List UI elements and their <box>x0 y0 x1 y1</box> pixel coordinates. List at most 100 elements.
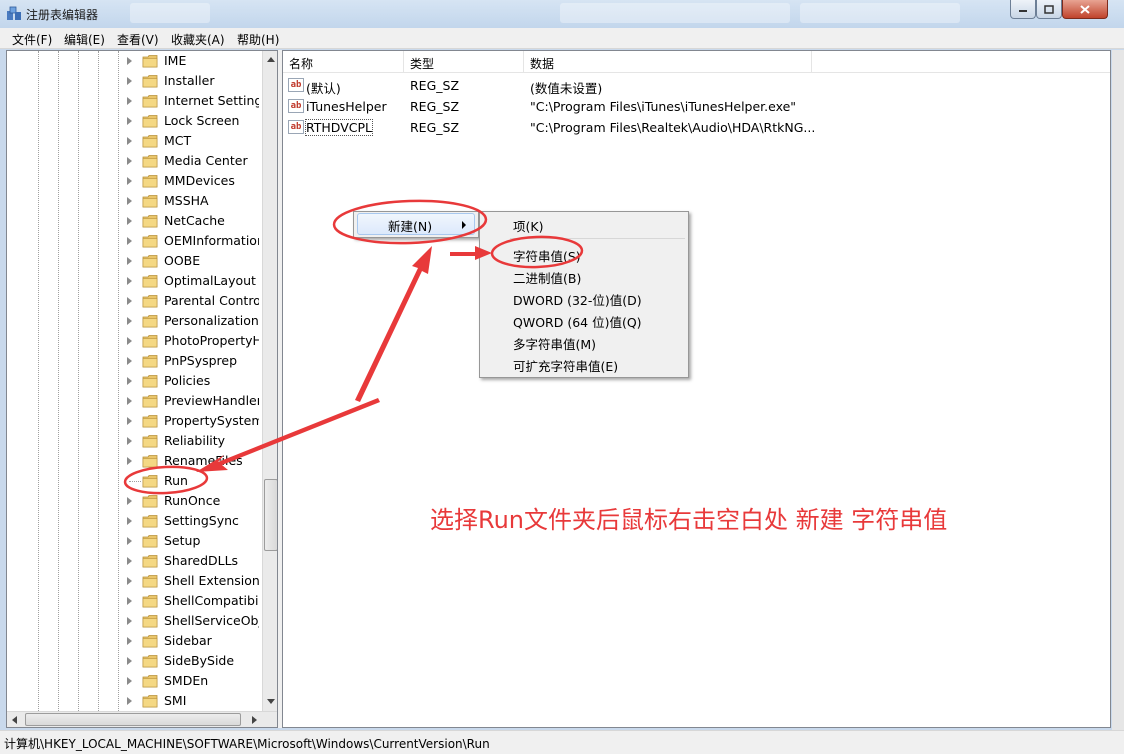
tree-item[interactable]: Setup <box>127 531 267 551</box>
submenu-item-qword-value[interactable]: QWORD (64 位)值(Q) <box>483 309 685 331</box>
expand-arrow-icon[interactable] <box>127 297 132 305</box>
tree-item[interactable]: Run <box>127 471 267 491</box>
tree-item[interactable]: Sidebar <box>127 631 267 651</box>
expand-arrow-icon[interactable] <box>127 317 132 325</box>
expand-arrow-icon[interactable] <box>127 557 132 565</box>
menu-help[interactable]: 帮助(H) <box>237 31 279 48</box>
tree-item-label: Parental Controls <box>164 293 259 308</box>
scroll-up-icon[interactable] <box>267 57 275 62</box>
tree-item[interactable]: ShellServiceObjects <box>127 611 267 631</box>
tree-item[interactable]: RunOnce <box>127 491 267 511</box>
tree-item[interactable]: SettingSync <box>127 511 267 531</box>
scroll-left-icon[interactable] <box>12 716 17 724</box>
tree-item[interactable]: Media Center <box>127 151 267 171</box>
expand-arrow-icon[interactable] <box>127 617 132 625</box>
expand-arrow-icon[interactable] <box>127 397 132 405</box>
tree-item[interactable]: Policies <box>127 371 267 391</box>
tree-item[interactable]: MMDevices <box>127 171 267 191</box>
expand-arrow-icon[interactable] <box>127 517 132 525</box>
submenu-item-expandable-string-value[interactable]: 可扩充字符串值(E) <box>483 353 685 375</box>
tree-item[interactable]: Parental Controls <box>127 291 267 311</box>
expand-arrow-icon[interactable] <box>127 117 132 125</box>
expand-arrow-icon[interactable] <box>127 577 132 585</box>
tree-item-label: PnPSysprep <box>164 353 238 368</box>
scroll-thumb[interactable] <box>264 479 277 551</box>
tree-item[interactable]: Internet Settings <box>127 91 267 111</box>
tree-item[interactable]: MCT <box>127 131 267 151</box>
submenu-item-binary-value[interactable]: 二进制值(B) <box>483 265 685 287</box>
tree-item[interactable]: PhotoPropertyHandler <box>127 331 267 351</box>
scroll-thumb[interactable] <box>25 713 241 726</box>
menu-view[interactable]: 查看(V) <box>117 31 159 48</box>
submenu-item-string-value[interactable]: 字符串值(S) <box>483 243 685 265</box>
tree-item[interactable]: NetCache <box>127 211 267 231</box>
expand-arrow-icon[interactable] <box>127 657 132 665</box>
folder-icon <box>142 215 158 228</box>
expand-arrow-icon[interactable] <box>127 197 132 205</box>
minimize-button[interactable] <box>1010 0 1036 19</box>
tree-item[interactable]: IME <box>127 51 267 71</box>
expand-arrow-icon[interactable] <box>127 437 132 445</box>
expand-arrow-icon[interactable] <box>127 277 132 285</box>
tree-item[interactable]: OOBE <box>127 251 267 271</box>
tree-item[interactable]: Reliability <box>127 431 267 451</box>
tree-vertical-scrollbar[interactable] <box>262 51 277 711</box>
column-data[interactable]: 数据 <box>530 55 554 72</box>
maximize-button[interactable] <box>1036 0 1062 19</box>
expand-arrow-icon[interactable] <box>127 357 132 365</box>
tree-item[interactable]: MSSHA <box>127 191 267 211</box>
menu-favorites[interactable]: 收藏夹(A) <box>171 31 225 48</box>
scroll-down-icon[interactable] <box>267 699 275 704</box>
tree-item[interactable]: RenameFiles <box>127 451 267 471</box>
tree-horizontal-scrollbar[interactable] <box>7 711 277 727</box>
expand-arrow-icon[interactable] <box>127 337 132 345</box>
expand-arrow-icon[interactable] <box>127 537 132 545</box>
expand-arrow-icon[interactable] <box>127 137 132 145</box>
tree-item[interactable]: PreviewHandlers <box>127 391 267 411</box>
tree-item[interactable]: Installer <box>127 71 267 91</box>
tree-item[interactable]: SMDEn <box>127 671 267 691</box>
submenu-item-dword-value[interactable]: DWORD (32-位)值(D) <box>483 287 685 309</box>
expand-arrow-icon[interactable] <box>127 377 132 385</box>
tree-item[interactable]: Shell Extensions <box>127 571 267 591</box>
expand-arrow-icon[interactable] <box>127 237 132 245</box>
menu-edit[interactable]: 编辑(E) <box>64 31 105 48</box>
expand-arrow-icon[interactable] <box>127 177 132 185</box>
menu-file[interactable]: 文件(F) <box>12 31 52 48</box>
expand-arrow-icon[interactable] <box>127 457 132 465</box>
tree-item[interactable]: SideBySide <box>127 651 267 671</box>
expand-arrow-icon[interactable] <box>127 97 132 105</box>
submenu-item-key[interactable]: 项(K) <box>483 213 685 235</box>
list-item[interactable]: ab RTHDVCPL REG_SZ "C:\Program Files\Realte… <box>283 117 1110 138</box>
column-name[interactable]: 名称 <box>289 55 313 72</box>
tree-item[interactable]: ShellCompatibility <box>127 591 267 611</box>
expand-arrow-icon[interactable] <box>127 677 132 685</box>
list-item[interactable]: ab (默认) REG_SZ (数值未设置) <box>283 75 1110 96</box>
tree-item[interactable]: OptimalLayout <box>127 271 267 291</box>
tree-item[interactable]: PnPSysprep <box>127 351 267 371</box>
expand-arrow-icon[interactable] <box>127 157 132 165</box>
column-type[interactable]: 类型 <box>410 55 434 72</box>
submenu-item-multi-string-value[interactable]: 多字符串值(M) <box>483 331 685 353</box>
close-button[interactable] <box>1062 0 1108 19</box>
tree-item[interactable]: Personalization <box>127 311 267 331</box>
tree-item[interactable]: SMI <box>127 691 267 711</box>
expand-arrow-icon[interactable] <box>127 257 132 265</box>
scroll-right-icon[interactable] <box>252 716 257 724</box>
expand-arrow-icon[interactable] <box>127 697 132 705</box>
context-menu-new[interactable]: 新建(N) <box>357 213 475 235</box>
expand-arrow-icon[interactable] <box>127 497 132 505</box>
tree-item[interactable]: OEMInformation <box>127 231 267 251</box>
expand-arrow-icon[interactable] <box>127 57 132 65</box>
expand-arrow-icon[interactable] <box>127 597 132 605</box>
expand-arrow-icon[interactable] <box>127 637 132 645</box>
registry-tree-pane[interactable]: IME Installer Internet Settings Lock Screen… <box>6 50 278 728</box>
tree-item[interactable]: SharedDLLs <box>127 551 267 571</box>
registry-values-pane[interactable]: 名称 类型 数据 ab (默认) REG_SZ (数值未设置) ab iTunesHelp… <box>282 50 1111 728</box>
tree-item[interactable]: PropertySystem <box>127 411 267 431</box>
expand-arrow-icon[interactable] <box>127 77 132 85</box>
list-item[interactable]: ab iTunesHelper REG_SZ "C:\Program Files\iT… <box>283 96 1110 117</box>
tree-item[interactable]: Lock Screen <box>127 111 267 131</box>
expand-arrow-icon[interactable] <box>127 217 132 225</box>
expand-arrow-icon[interactable] <box>127 417 132 425</box>
